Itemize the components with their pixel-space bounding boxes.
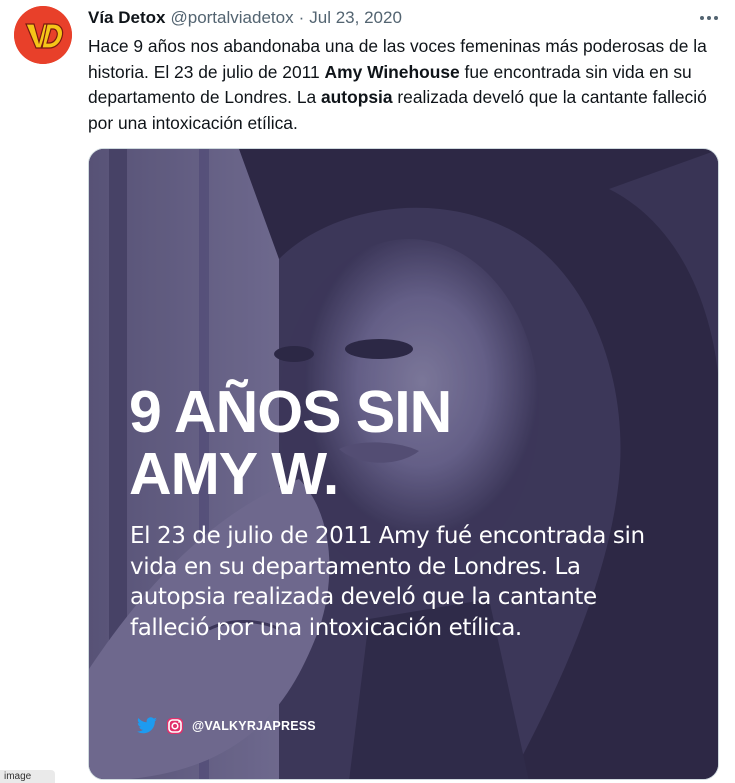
image-title-line-1: 9 AÑOS SIN xyxy=(129,379,452,445)
tweet-text-bold-name: Amy Winehouse xyxy=(324,61,460,82)
more-options-button[interactable] xyxy=(697,6,721,30)
separator: · xyxy=(298,8,305,27)
tweet-media-image[interactable]: 9 AÑOS SIN AMY W. El 23 de julio de 2011 … xyxy=(88,148,719,780)
image-title-line-2: AMY W. xyxy=(129,441,339,507)
tweet[interactable]: Vía Detox @portalviadetox · Jul 23, 2020… xyxy=(0,0,735,783)
tweet-text-bold-word: autopsia xyxy=(321,87,393,107)
image-credit: @VALKYRJAPRESS xyxy=(136,717,316,735)
display-name[interactable]: Vía Detox xyxy=(88,8,165,28)
image-title: 9 AÑOS SIN AMY W. xyxy=(129,379,452,507)
image-body-text: El 23 de julio de 2011 Amy fué encontrad… xyxy=(130,523,645,641)
via-detox-logo-icon xyxy=(14,6,72,64)
twitter-icon xyxy=(136,717,158,735)
more-horizontal-icon xyxy=(700,16,718,20)
tweet-header: Vía Detox @portalviadetox · Jul 23, 2020 xyxy=(88,7,675,29)
avatar[interactable] xyxy=(14,6,72,64)
user-handle[interactable]: @portalviadetox xyxy=(170,8,293,28)
instagram-icon xyxy=(166,717,184,735)
tweet-date[interactable]: Jul 23, 2020 xyxy=(309,8,402,28)
credit-handle: @VALKYRJAPRESS xyxy=(192,719,316,733)
alt-tag[interactable]: image xyxy=(0,770,55,783)
tweet-text: Hace 9 años nos abandonaba una de las vo… xyxy=(88,34,718,136)
